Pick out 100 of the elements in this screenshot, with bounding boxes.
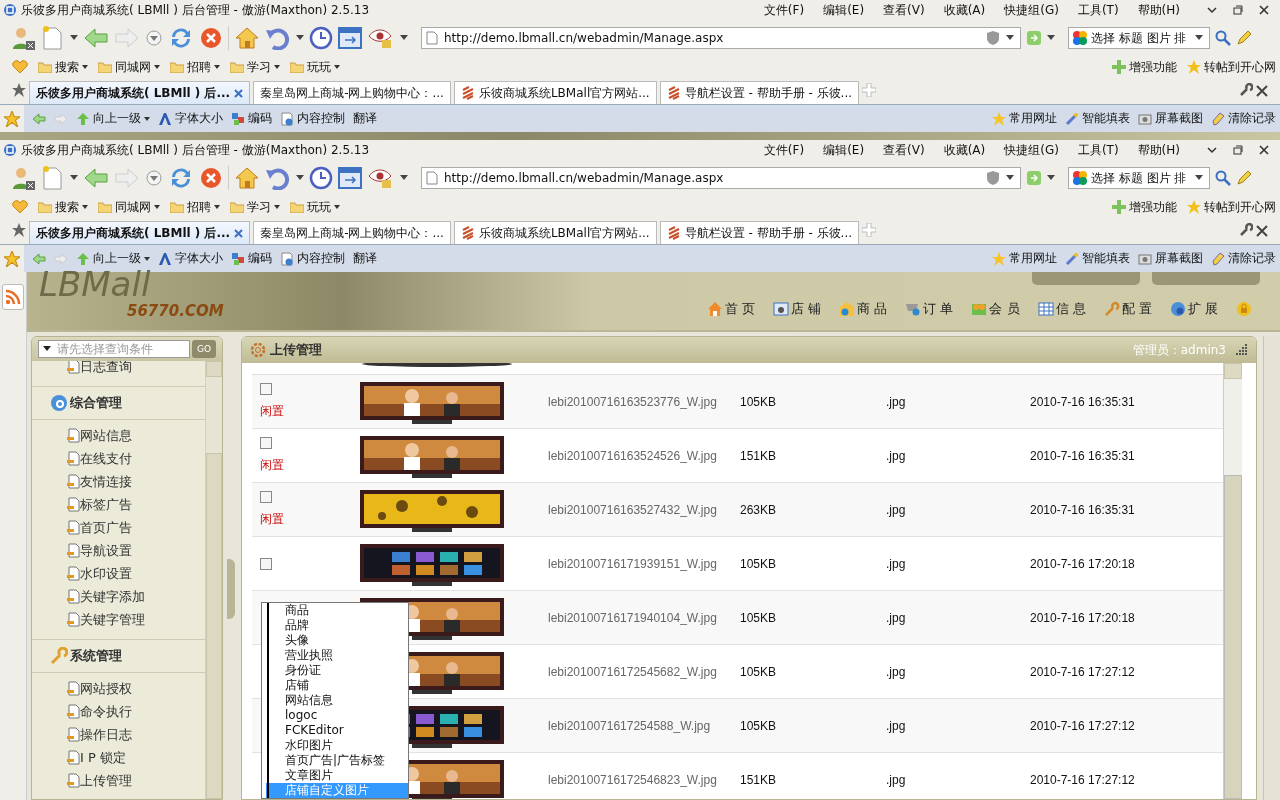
star-icon[interactable] <box>4 110 20 127</box>
search-icon[interactable] <box>1215 170 1231 186</box>
dropdown-option[interactable]: 水印图片 <box>266 738 408 753</box>
caret-icon[interactable] <box>1047 35 1055 41</box>
toolbar-button[interactable]: 字体大小 <box>158 110 223 127</box>
toolbar-button[interactable]: 内容控制 <box>280 250 345 267</box>
menu-item[interactable]: 编辑(E) <box>823 1 865 19</box>
star-icon[interactable] <box>12 83 26 97</box>
shield-icon[interactable] <box>986 30 1000 46</box>
menu-item[interactable]: 编辑(E) <box>823 141 865 159</box>
dropdown-option[interactable]: 头像 <box>266 633 408 648</box>
file-name[interactable]: lebi2010071617254588_W.jpg <box>548 718 740 733</box>
toolbar-button[interactable]: 内容控制 <box>280 110 345 127</box>
caret-icon[interactable] <box>400 35 408 41</box>
bookmark-folder[interactable]: 同城网 <box>98 58 160 76</box>
toolbar-button[interactable]: 智能填表 <box>1065 250 1130 267</box>
address-field[interactable]: http://demo.lbmall.cn/webadmin/Manage.aspx <box>421 167 1021 189</box>
heart-icon[interactable] <box>12 60 28 74</box>
menu-item[interactable]: 首页广告 <box>66 516 205 539</box>
menu-item[interactable]: 关键字管理 <box>66 608 205 631</box>
star-icon[interactable] <box>4 250 20 267</box>
menu-item[interactable]: 收藏(A) <box>943 1 986 19</box>
scrollbar-thumb[interactable] <box>1224 475 1242 799</box>
toolbar-button[interactable]: 智能填表 <box>1065 110 1130 127</box>
home-icon[interactable] <box>234 26 260 50</box>
minimize-icon[interactable] <box>1206 144 1218 156</box>
toolbar-button[interactable]: 翻译 <box>353 110 377 127</box>
caret-icon[interactable] <box>296 175 304 181</box>
pen-icon[interactable] <box>1236 30 1252 46</box>
search-field[interactable]: 选择 标题 图片 排 <box>1068 27 1210 49</box>
close-icon[interactable] <box>1256 225 1268 237</box>
dropdown-option[interactable]: 店铺 <box>266 678 408 693</box>
bookmark-folder[interactable]: 同城网 <box>98 198 160 216</box>
dropdown-circle-icon[interactable] <box>145 29 163 47</box>
collapse-handle[interactable] <box>227 559 235 619</box>
menu-item[interactable]: 在线支付 <box>66 447 205 470</box>
toolbar-button[interactable]: 屏幕截图 <box>1138 110 1203 127</box>
back-arrow-icon[interactable] <box>32 252 46 265</box>
toolbar-button[interactable]: 屏幕截图 <box>1138 250 1203 267</box>
menu-item[interactable]: 导航设置 <box>66 539 205 562</box>
maximize-icon[interactable] <box>1232 4 1244 16</box>
caret-icon[interactable] <box>1006 35 1014 41</box>
shield-icon[interactable] <box>986 170 1000 186</box>
menu-item[interactable]: 关键字添加 <box>66 585 205 608</box>
file-name[interactable]: lebi20100716171939151_W.jpg <box>548 556 740 571</box>
caret-icon[interactable] <box>400 175 408 181</box>
menu-item[interactable]: 帮助(H) <box>1137 1 1180 19</box>
undo-icon[interactable] <box>265 166 291 190</box>
file-name[interactable]: lebi20100716172545682_W.jpg <box>548 664 740 679</box>
back-arrow-icon[interactable] <box>83 26 109 50</box>
menu-item[interactable]: 快捷组(G) <box>1004 141 1059 159</box>
home-icon[interactable] <box>234 166 260 190</box>
browser-tab[interactable]: 乐彼多用户商城系统( LBMll ) 后... <box>29 221 251 244</box>
user-icon[interactable] <box>10 25 36 51</box>
window-icon[interactable] <box>338 167 362 189</box>
back-arrow-icon[interactable] <box>83 166 109 190</box>
caret-icon[interactable] <box>1047 175 1055 181</box>
toolbar-button[interactable]: 常用网址 <box>992 250 1057 267</box>
menu-item[interactable]: 查看(V) <box>883 1 925 19</box>
file-name[interactable]: lebi20100716171940104_W.jpg <box>548 610 740 625</box>
nav-link[interactable]: 配 置 <box>1103 300 1152 318</box>
browser-tab[interactable]: 秦皇岛网上商城-网上购物中心：... <box>253 81 451 104</box>
nav-link[interactable]: 首 页 <box>706 300 755 318</box>
search-icon[interactable] <box>1215 30 1231 46</box>
close-icon[interactable] <box>1258 4 1270 16</box>
clock-icon[interactable] <box>309 166 333 190</box>
browser-tab[interactable]: 乐彼商城系统LBMall官方网站... <box>453 221 657 244</box>
dropdown-option[interactable]: 身份证 <box>266 663 408 678</box>
bookmark-folder[interactable]: 招聘 <box>170 198 220 216</box>
dropdown-option[interactable]: 网站信息 <box>266 693 408 708</box>
menu-item[interactable]: 帮助(H) <box>1137 141 1180 159</box>
page-scrollbar[interactable] <box>1263 336 1280 800</box>
rss-button[interactable] <box>2 284 24 310</box>
browser-tab[interactable]: 秦皇岛网上商城-网上购物中心：... <box>253 221 451 244</box>
minimize-icon[interactable] <box>1206 4 1218 16</box>
toolbar-button[interactable]: 清除记录 <box>1211 250 1276 267</box>
close-icon[interactable] <box>1258 144 1270 156</box>
menu-item[interactable]: 文件(F) <box>763 1 805 19</box>
checkbox[interactable] <box>260 383 272 395</box>
file-name[interactable]: lebi20100716163523776_W.jpg <box>548 394 740 409</box>
dropdown-option[interactable]: 商品 <box>266 603 408 618</box>
caret-icon[interactable] <box>1195 175 1203 181</box>
toolbar-button[interactable]: 编码 <box>231 110 272 127</box>
menu-item[interactable]: 友情连接 <box>66 470 205 493</box>
toolbar-button[interactable]: 清除记录 <box>1211 110 1276 127</box>
bookmark-tool[interactable]: 增强功能 <box>1112 58 1177 76</box>
caret-icon[interactable] <box>1195 35 1203 41</box>
dropdown-circle-icon[interactable] <box>145 169 163 187</box>
browser-tab[interactable]: 乐彼商城系统LBMall官方网站... <box>453 81 657 104</box>
menu-item[interactable]: 工具(T) <box>1077 1 1119 19</box>
dropdown-option[interactable]: 品牌 <box>266 618 408 633</box>
menu-item[interactable]: 命令执行 <box>66 700 205 723</box>
caret-icon[interactable] <box>1006 175 1014 181</box>
pen-icon[interactable] <box>1236 170 1252 186</box>
menu-item[interactable]: 标签广告 <box>66 493 205 516</box>
search-field[interactable]: 选择 标题 图片 排 <box>1068 167 1210 189</box>
bookmark-folder[interactable]: 玩玩 <box>290 58 340 76</box>
menu-item[interactable]: 查看(V) <box>883 141 925 159</box>
dropdown-option[interactable]: 首页广告|广告标签 <box>266 753 408 768</box>
maximize-icon[interactable] <box>1232 144 1244 156</box>
